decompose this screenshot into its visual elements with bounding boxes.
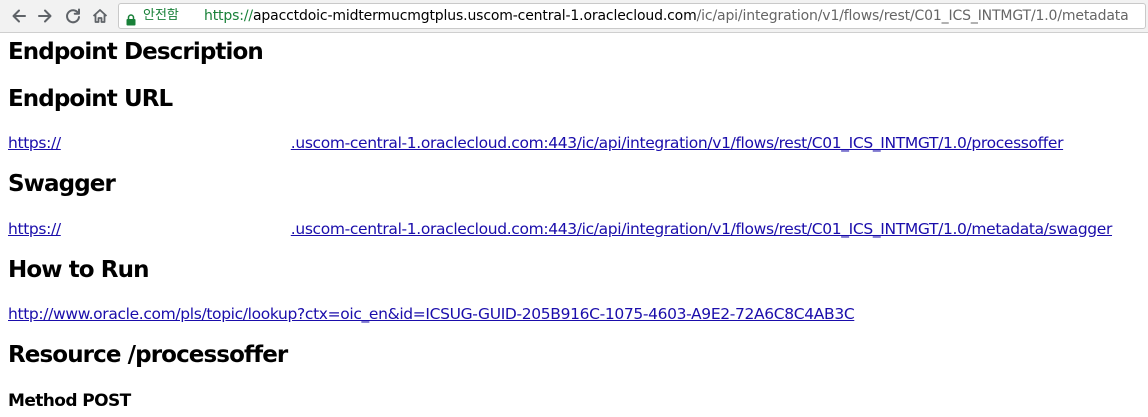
browser-toolbar: 안전함 https://apacctdoic-midtermucmgtplus.… bbox=[0, 0, 1148, 33]
back-arrow-icon[interactable] bbox=[8, 5, 30, 27]
method-label: Method POST bbox=[8, 391, 131, 411]
reload-icon[interactable] bbox=[62, 5, 84, 27]
secure-label[interactable]: 안전함 bbox=[143, 4, 179, 28]
swagger-heading: Swagger bbox=[8, 171, 116, 197]
endpoint-url-suffix: .uscom-central-1.oraclecloud.com:443/ic/… bbox=[290, 134, 1064, 152]
how-to-run-link[interactable]: http://www.oracle.com/pls/topic/lookup?c… bbox=[8, 305, 855, 323]
endpoint-description-heading: Endpoint Description bbox=[8, 39, 264, 65]
url-text[interactable]: https://apacctdoic-midtermucmgtplus.usco… bbox=[204, 4, 1129, 28]
url-host: apacctdoic-midtermucmgtplus.uscom-centra… bbox=[252, 8, 697, 24]
swagger-url-prefix: https:// bbox=[8, 220, 61, 238]
endpoint-url-heading: Endpoint URL bbox=[8, 86, 173, 112]
endpoint-url-prefix: https:// bbox=[8, 134, 61, 152]
url-path: /ic/api/integration/v1/flows/rest/C01_IC… bbox=[696, 8, 1129, 24]
resource-heading: Resource /processoffer bbox=[8, 342, 288, 368]
swagger-url-link[interactable]: https:// .uscom-central-1.oraclecloud.com… bbox=[8, 220, 1112, 238]
lock-icon[interactable] bbox=[126, 10, 136, 28]
endpoint-url-link[interactable]: https:// .uscom-central-1.oraclecloud.com… bbox=[8, 134, 1063, 152]
address-bar[interactable]: 안전함 https://apacctdoic-midtermucmgtplus.… bbox=[118, 3, 1146, 29]
forward-arrow-icon[interactable] bbox=[34, 5, 56, 27]
home-icon[interactable] bbox=[89, 5, 111, 27]
how-to-run-heading: How to Run bbox=[8, 257, 149, 283]
url-scheme: https:// bbox=[204, 8, 253, 24]
swagger-url-suffix: .uscom-central-1.oraclecloud.com:443/ic/… bbox=[290, 220, 1113, 238]
